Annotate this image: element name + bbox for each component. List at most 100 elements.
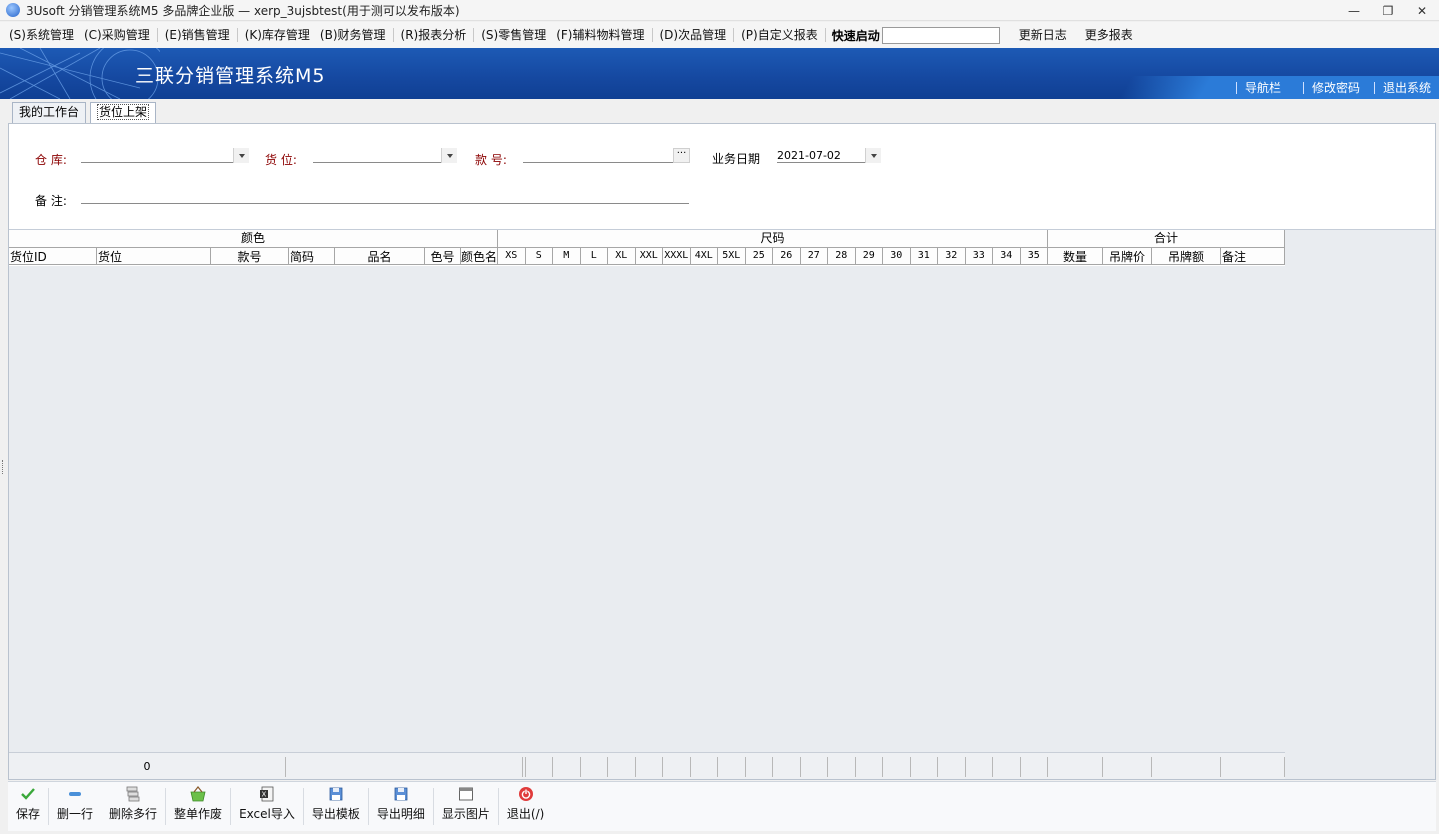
col-header-tag-amount[interactable]: 吊牌额 <box>1152 248 1221 265</box>
footer-row-count: 0 <box>9 757 286 777</box>
col-header-size-29[interactable]: 29 <box>855 248 883 265</box>
restore-icon[interactable]: ❐ <box>1371 0 1405 21</box>
col-header-size-25[interactable]: 25 <box>745 248 773 265</box>
menu-update-log[interactable]: 更新日志 <box>1014 22 1072 48</box>
business-date-value: 2021-07-02 <box>777 149 841 162</box>
footer-size-cell <box>911 757 938 777</box>
footer-size-cell <box>856 757 883 777</box>
quick-launch-input[interactable] <box>881 26 1000 44</box>
menu-reports[interactable]: (R)报表分析 <box>396 22 472 48</box>
splitter-grip-icon[interactable] <box>2 460 4 474</box>
footer-total-cell <box>1103 757 1152 777</box>
menu-materials[interactable]: (F)辅料物料管理 <box>551 22 649 48</box>
show-image-button[interactable]: 显示图片 <box>434 782 498 831</box>
location-select[interactable] <box>313 149 457 163</box>
menu-separator <box>733 28 735 42</box>
col-header-size-xxl[interactable]: XXL <box>635 248 663 265</box>
col-header-size-26[interactable]: 26 <box>773 248 801 265</box>
col-header-size-34[interactable]: 34 <box>993 248 1021 265</box>
business-date-input[interactable]: 2021-07-02 <box>777 149 865 163</box>
tab-location-shelving[interactable]: 货位上架 <box>90 102 157 124</box>
location-dropdown-icon[interactable] <box>441 148 457 163</box>
menu-purchase[interactable]: (C)采购管理 <box>79 22 155 48</box>
close-icon[interactable]: ✕ <box>1405 0 1439 21</box>
footer-size-cell <box>773 757 801 777</box>
footer-size-cell <box>608 757 636 777</box>
col-header-loc-id[interactable]: 货位ID <box>9 248 97 265</box>
minus-icon <box>67 786 83 802</box>
col-header-color-name[interactable]: 颜色名 <box>461 248 498 265</box>
menu-custom-reports[interactable]: (P)自定义报表 <box>736 22 823 48</box>
menu-separator <box>824 28 826 42</box>
menu-sales[interactable]: (E)销售管理 <box>160 22 235 48</box>
floppy-icon <box>328 786 344 802</box>
floppy-icon <box>393 786 409 802</box>
exit-button[interactable]: 退出(/) <box>499 782 552 831</box>
footer-size-cell <box>993 757 1021 777</box>
col-header-loc[interactable]: 货位 <box>97 248 211 265</box>
menu-more-reports[interactable]: 更多报表 <box>1080 22 1138 48</box>
save-button[interactable]: 保存 <box>8 782 48 831</box>
col-header-qty[interactable]: 数量 <box>1048 248 1103 265</box>
warehouse-select[interactable] <box>81 149 249 163</box>
col-header-size-xl[interactable]: XL <box>608 248 636 265</box>
form-panel: 仓 库: 货 位: 款 号: ··· 业务日期 2021-07-02 备 注: <box>9 124 1435 230</box>
col-header-size-35[interactable]: 35 <box>1020 248 1048 265</box>
menu-inventory[interactable]: (K)库存管理 <box>240 22 315 48</box>
footer-size-cell <box>526 757 553 777</box>
menu-defects[interactable]: (D)次品管理 <box>655 22 732 48</box>
change-password-link[interactable]: 修改密码 <box>1302 82 1362 94</box>
col-header-color-no[interactable]: 色号 <box>425 248 461 265</box>
export-template-button[interactable]: 导出模板 <box>304 782 368 831</box>
group-header-size: 尺码 <box>498 230 1048 248</box>
footer-size-cell <box>636 757 663 777</box>
menu-separator <box>392 28 394 42</box>
col-header-size-4xl[interactable]: 4XL <box>690 248 718 265</box>
nav-bar-link[interactable]: 导航栏 <box>1235 82 1283 94</box>
col-header-size-5xl[interactable]: 5XL <box>718 248 746 265</box>
business-date-label: 业务日期 <box>712 152 761 166</box>
remark-input[interactable] <box>81 190 689 204</box>
footer-size-cell <box>883 757 911 777</box>
menu-finance[interactable]: (B)财务管理 <box>315 22 391 48</box>
check-icon <box>20 786 36 802</box>
col-header-size-32[interactable]: 32 <box>938 248 966 265</box>
footer-size-cell <box>663 757 691 777</box>
excel-import-button[interactable]: X Excel导入 <box>231 782 303 831</box>
footer-size-cell <box>746 757 773 777</box>
col-header-size-xxxl[interactable]: XXXL <box>663 248 691 265</box>
date-dropdown-icon[interactable] <box>865 148 881 163</box>
style-input[interactable] <box>523 149 673 163</box>
void-order-button[interactable]: 整单作废 <box>166 782 230 831</box>
col-header-short-code[interactable]: 简码 <box>289 248 335 265</box>
footer-size-cell <box>498 757 526 777</box>
col-header-remark[interactable]: 备注 <box>1221 248 1285 265</box>
window-titlebar: 3Usoft 分销管理系统M5 多品牌企业版 — xerp_3ujsbtest(… <box>0 0 1439 21</box>
col-header-size-31[interactable]: 31 <box>910 248 938 265</box>
col-header-size-xs[interactable]: XS <box>498 248 526 265</box>
menu-system[interactable]: (S)系统管理 <box>4 22 79 48</box>
col-header-size-m[interactable]: M <box>553 248 581 265</box>
minimize-icon[interactable]: — <box>1337 0 1371 21</box>
col-header-size-30[interactable]: 30 <box>883 248 911 265</box>
footer-total-cell <box>1152 757 1221 777</box>
col-header-tag-price[interactable]: 吊牌价 <box>1103 248 1152 265</box>
col-header-size-s[interactable]: S <box>525 248 553 265</box>
col-header-size-33[interactable]: 33 <box>965 248 993 265</box>
col-header-size-28[interactable]: 28 <box>828 248 856 265</box>
warehouse-dropdown-icon[interactable] <box>233 148 249 163</box>
delete-rows-button[interactable]: 删除多行 <box>101 782 165 831</box>
col-header-size-27[interactable]: 27 <box>800 248 828 265</box>
location-label: 货 位: <box>265 153 297 167</box>
col-header-size-l[interactable]: L <box>580 248 608 265</box>
footer-size-cell <box>553 757 581 777</box>
menu-retail[interactable]: (S)零售管理 <box>476 22 551 48</box>
col-header-product-name[interactable]: 品名 <box>335 248 425 265</box>
delete-row-button[interactable]: 删一行 <box>49 782 101 831</box>
style-lookup-button[interactable]: ··· <box>673 148 690 163</box>
tab-my-workbench[interactable]: 我的工作台 <box>12 102 87 123</box>
export-detail-button[interactable]: 导出明细 <box>369 782 433 831</box>
col-header-style-no[interactable]: 款号 <box>211 248 289 265</box>
exit-system-link[interactable]: 退出系统 <box>1373 82 1433 94</box>
workspace: 仓 库: 货 位: 款 号: ··· 业务日期 2021-07-02 备 注: … <box>8 123 1436 780</box>
